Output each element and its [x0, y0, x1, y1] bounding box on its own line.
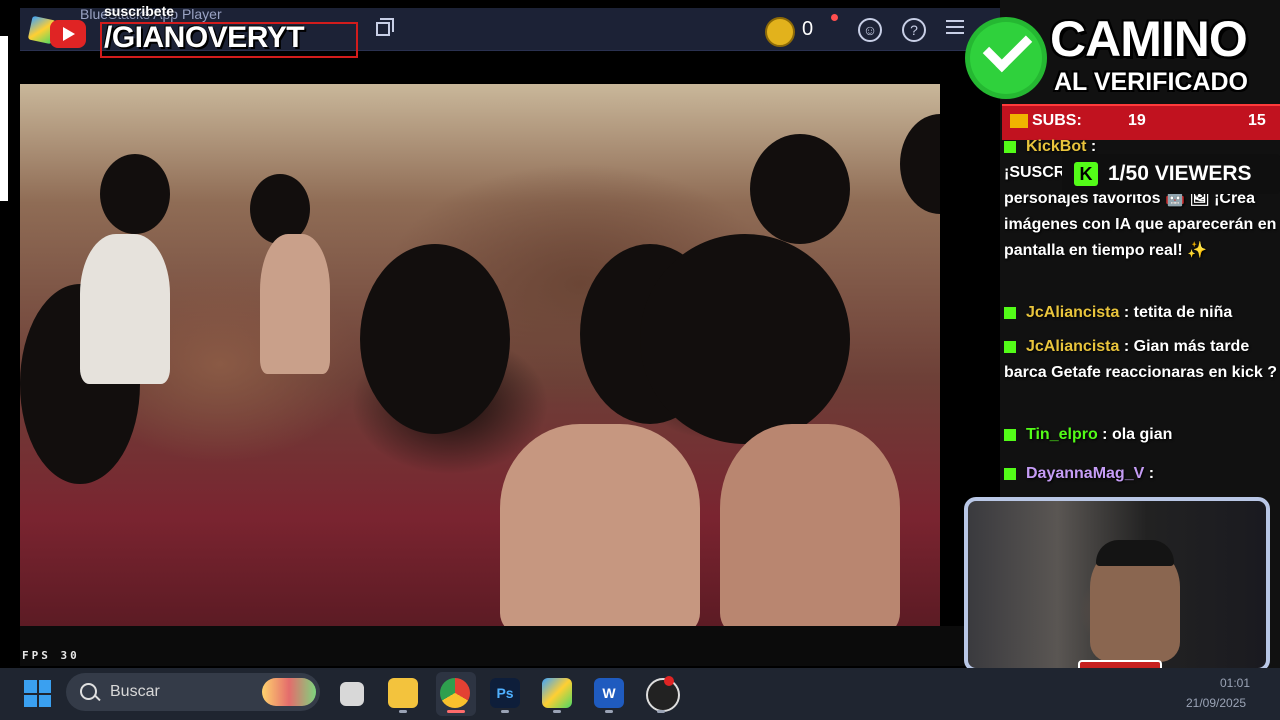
subscribe-text: suscribete — [104, 3, 175, 19]
kick-badge-icon — [1004, 467, 1016, 480]
chat-username: JcAliancista — [1026, 338, 1120, 355]
crowd-body — [720, 424, 900, 626]
channel-handle: /GIANOVERYT — [104, 21, 305, 54]
file-explorer-icon[interactable] — [388, 678, 418, 708]
search-highlight-icon[interactable] — [262, 678, 316, 706]
player-controls-bar — [20, 626, 1000, 666]
fps-counter: FPS 30 — [22, 649, 80, 662]
word-icon[interactable]: W — [594, 678, 624, 708]
photoshop-icon[interactable]: Ps — [490, 678, 520, 708]
crowd-body — [500, 424, 700, 626]
kick-badge-icon — [1004, 340, 1016, 353]
chat-message: DayannaMag_V : — [1004, 461, 1278, 487]
multi-instance-icon-back — [380, 18, 394, 32]
goal-title: CAMINO — [1050, 11, 1248, 67]
search-placeholder: Buscar — [110, 683, 160, 700]
help-icon[interactable]: ? — [902, 18, 926, 42]
crowd-body — [80, 234, 170, 384]
chat-text: : tetita de niña — [1123, 304, 1233, 321]
obs-icon[interactable] — [646, 678, 680, 712]
chat-text: : — [1090, 138, 1097, 155]
running-indicator — [657, 710, 665, 713]
chrome-icon[interactable] — [440, 678, 470, 708]
notification-dot — [831, 14, 838, 21]
chat-message: JcAliancista : tetita de niña — [1004, 300, 1278, 326]
chat-message: Tin_elpro : ola gian — [1004, 422, 1278, 448]
coin-count: 0 — [802, 18, 814, 40]
account-icon[interactable]: ☺ — [858, 18, 882, 42]
clock-date[interactable]: 21/09/2025 — [1186, 696, 1246, 710]
chat-username: DayannaMag_V — [1026, 465, 1145, 482]
running-indicator — [553, 710, 561, 713]
subs-current: 19 — [1128, 112, 1146, 129]
crowd-head — [900, 114, 940, 214]
subs-label: SUBS: — [1032, 112, 1082, 129]
coin-icon[interactable] — [765, 17, 795, 47]
crowd-head — [640, 234, 850, 444]
crowd-head — [750, 134, 850, 244]
running-indicator — [605, 710, 613, 713]
kick-badge-icon — [1004, 140, 1016, 153]
chat-username: JcAliancista — [1026, 304, 1120, 321]
kick-badge-icon — [1004, 428, 1016, 441]
running-indicator — [501, 710, 509, 713]
crowd-head — [100, 154, 170, 234]
windows-start-icon[interactable] — [24, 680, 51, 707]
running-indicator — [399, 710, 407, 713]
task-view-icon[interactable] — [340, 682, 364, 706]
recording-dot-icon — [664, 676, 674, 686]
chat-message: JcAliancista : Gian más tarde barca Geta… — [1004, 334, 1278, 386]
chat-username: Tin_elpro — [1026, 426, 1098, 443]
viewer-count: 1/50 VIEWERS — [1108, 162, 1252, 185]
chat-text: : ola gian — [1102, 426, 1173, 443]
menu-icon-bar — [946, 26, 964, 28]
streamer-hair — [1096, 540, 1174, 566]
youtube-play-icon — [63, 27, 75, 41]
left-window-edge — [0, 36, 8, 201]
kick-badge-icon — [1004, 306, 1016, 319]
subs-goal: 15 — [1248, 112, 1266, 129]
crowd-body — [260, 234, 330, 374]
crown-icon — [1010, 114, 1028, 128]
search-icon — [80, 683, 97, 700]
goal-subtitle: AL VERIFICADO — [1054, 68, 1248, 96]
chat-username: KickBot — [1026, 138, 1087, 155]
kick-logo-icon: K — [1074, 162, 1098, 186]
crowd-head — [360, 244, 510, 434]
video-player[interactable] — [20, 84, 940, 626]
chat-text: : — [1148, 465, 1155, 482]
clock-time[interactable]: 01:01 — [1220, 676, 1250, 690]
active-indicator — [447, 710, 465, 713]
bluestacks-icon[interactable] — [542, 678, 572, 708]
